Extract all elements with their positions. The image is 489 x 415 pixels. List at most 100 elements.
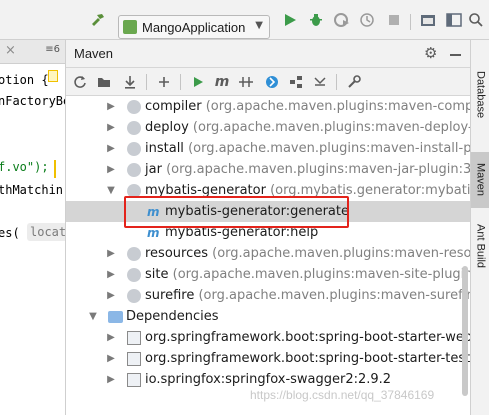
tree-row-dependency[interactable]: ▶ org.springframework.boot:spring-boot-s… bbox=[66, 348, 470, 369]
maven-header: Maven ⚙ bbox=[66, 40, 470, 68]
tab-database-label: Database bbox=[474, 71, 487, 119]
plugin-coordinates: (org.apache.maven.plugins:maven-site-plu… bbox=[172, 267, 470, 282]
editor-tab[interactable]: × ≡6 bbox=[0, 40, 65, 64]
run-configuration-label: MangoApplication bbox=[142, 19, 246, 35]
plugin-name: resources bbox=[145, 246, 209, 261]
search-everywhere-icon[interactable] bbox=[466, 10, 486, 30]
watermark-text: https://blog.csdn.net/qq_37846169 bbox=[250, 388, 435, 402]
close-icon[interactable]: × bbox=[5, 43, 16, 58]
gear-icon[interactable]: ⚙ bbox=[424, 44, 437, 62]
plugin-name: site bbox=[145, 267, 169, 282]
run-configuration-select[interactable]: MangoApplication ▼ bbox=[118, 15, 270, 39]
library-icon bbox=[127, 330, 141, 345]
add-folder-icon[interactable] bbox=[94, 72, 114, 92]
vertical-scrollbar[interactable] bbox=[462, 266, 468, 396]
toolbar-separator bbox=[180, 74, 181, 90]
caret-marker bbox=[54, 160, 65, 178]
tree-row-plugin-compiler[interactable]: ▶ compiler (org.apache.maven.plugins:mav… bbox=[66, 96, 470, 117]
code-editor[interactable]: × ≡6 otion { nFactoryBe f.vo"); thMatchi… bbox=[0, 40, 66, 415]
code-line: f.vo"); bbox=[0, 160, 49, 174]
plugin-coordinates: (org.apache.maven.plugins:maven-install-… bbox=[188, 141, 470, 156]
chevron-right-icon[interactable]: ▶ bbox=[106, 248, 116, 259]
chevron-right-icon[interactable]: ▶ bbox=[106, 290, 116, 301]
folder-icon bbox=[108, 310, 123, 323]
tree-row-dependency[interactable]: ▶ org.springframework.boot:spring-boot-s… bbox=[66, 327, 470, 348]
chevron-right-icon[interactable]: ▶ bbox=[106, 332, 116, 343]
settings-wrench-icon[interactable] bbox=[344, 72, 364, 92]
hide-panel-icon[interactable] bbox=[450, 54, 461, 56]
tab-ant-build[interactable]: Ant Build bbox=[471, 210, 489, 282]
main-toolbar: MangoApplication ▼ bbox=[0, 0, 489, 40]
plugin-coordinates: (org.apache.maven.plugins:maven-surefire… bbox=[198, 288, 470, 303]
chevron-right-icon[interactable]: ▶ bbox=[106, 269, 116, 280]
layout-icon[interactable] bbox=[444, 10, 464, 30]
plugin-icon bbox=[127, 267, 141, 282]
plugin-icon bbox=[127, 246, 141, 261]
warning-marker bbox=[48, 70, 58, 82]
plugin-coordinates: (org.apache.maven.plugins:maven-resource… bbox=[212, 246, 470, 261]
chevron-down-icon[interactable]: ▼ bbox=[88, 311, 98, 322]
stop-icon[interactable] bbox=[384, 10, 404, 30]
tab-maven[interactable]: Maven bbox=[471, 152, 489, 208]
chevron-right-icon[interactable]: ▶ bbox=[106, 101, 116, 112]
tree-row-dependencies[interactable]: ▼ Dependencies bbox=[66, 306, 470, 327]
skip-tests-icon[interactable] bbox=[262, 72, 282, 92]
reload-icon[interactable] bbox=[70, 72, 90, 92]
download-icon[interactable] bbox=[120, 72, 140, 92]
hammer-icon[interactable] bbox=[88, 10, 108, 30]
chevron-right-icon[interactable]: ▶ bbox=[106, 353, 116, 364]
tree-row-dependency[interactable]: ▶ io.springfox:springfox-swagger2:2.9.2 bbox=[66, 369, 470, 390]
collapse-icon[interactable] bbox=[310, 72, 330, 92]
library-icon bbox=[127, 372, 141, 387]
coverage-icon[interactable] bbox=[332, 10, 352, 30]
plugin-coordinates: (org.apache.maven.plugins:maven-jar-plug… bbox=[166, 162, 470, 177]
code-line: thMatchin bbox=[0, 183, 64, 197]
dependency-label: org.springframework.boot:spring-boot-sta… bbox=[145, 351, 470, 366]
toggle-offline-icon[interactable] bbox=[236, 72, 256, 92]
dependency-label: io.springfox:springfox-swagger2:2.9.2 bbox=[145, 372, 392, 387]
spring-boot-icon bbox=[123, 20, 137, 34]
plugin-icon bbox=[127, 162, 141, 177]
parameter-hint: locatio bbox=[27, 223, 65, 241]
plugin-name: surefire bbox=[145, 288, 195, 303]
maven-goal-icon[interactable]: m bbox=[212, 72, 232, 92]
tab-database[interactable]: Database bbox=[471, 60, 489, 130]
chevron-down-icon[interactable]: ▼ bbox=[106, 185, 116, 196]
show-deps-icon[interactable] bbox=[286, 72, 306, 92]
add-icon[interactable] bbox=[154, 72, 174, 92]
chevron-right-icon[interactable]: ▶ bbox=[106, 164, 116, 175]
plugin-name: install bbox=[145, 141, 184, 156]
tree-row-plugin-resources[interactable]: ▶ resources (org.apache.maven.plugins:ma… bbox=[66, 243, 470, 264]
plugin-name: compiler bbox=[145, 99, 202, 114]
tree-row-plugin-jar[interactable]: ▶ jar (org.apache.maven.plugins:maven-ja… bbox=[66, 159, 470, 180]
maven-title: Maven bbox=[74, 46, 114, 61]
run-icon[interactable] bbox=[280, 10, 300, 30]
code-line: es( bbox=[0, 226, 20, 240]
plugin-icon bbox=[127, 120, 141, 135]
toolbar-separator bbox=[336, 74, 337, 90]
profile-icon[interactable] bbox=[358, 10, 378, 30]
chevron-right-icon[interactable]: ▶ bbox=[106, 143, 116, 154]
chevron-right-icon[interactable]: ▶ bbox=[106, 122, 116, 133]
maven-toolbar: m bbox=[66, 68, 470, 96]
tree-row-plugin-install[interactable]: ▶ install (org.apache.maven.plugins:mave… bbox=[66, 138, 470, 159]
maven-tree[interactable]: ▶ compiler (org.apache.maven.plugins:mav… bbox=[66, 96, 470, 415]
dependencies-label: Dependencies bbox=[126, 309, 219, 324]
plugin-name: deploy bbox=[145, 120, 189, 135]
run-icon[interactable] bbox=[188, 72, 208, 92]
chevron-down-icon: ▼ bbox=[255, 20, 263, 31]
tree-row-plugin-deploy[interactable]: ▶ deploy (org.apache.maven.plugins:maven… bbox=[66, 117, 470, 138]
tree-row-plugin-site[interactable]: ▶ site (org.apache.maven.plugins:maven-s… bbox=[66, 264, 470, 285]
project-structure-icon[interactable] bbox=[418, 10, 438, 30]
tree-row-plugin-surefire[interactable]: ▶ surefire (org.apache.maven.plugins:mav… bbox=[66, 285, 470, 306]
plugin-icon bbox=[127, 99, 141, 114]
debug-icon[interactable] bbox=[306, 10, 326, 30]
toolbar-separator bbox=[146, 74, 147, 90]
tab-list-menu[interactable]: ≡6 bbox=[45, 44, 60, 55]
code-line: otion { bbox=[0, 73, 49, 87]
plugin-icon bbox=[127, 288, 141, 303]
toolbar-separator bbox=[410, 14, 411, 30]
chevron-right-icon[interactable]: ▶ bbox=[106, 374, 116, 385]
plugin-name: jar bbox=[145, 162, 162, 177]
tab-ant-build-label: Ant Build bbox=[474, 223, 487, 269]
